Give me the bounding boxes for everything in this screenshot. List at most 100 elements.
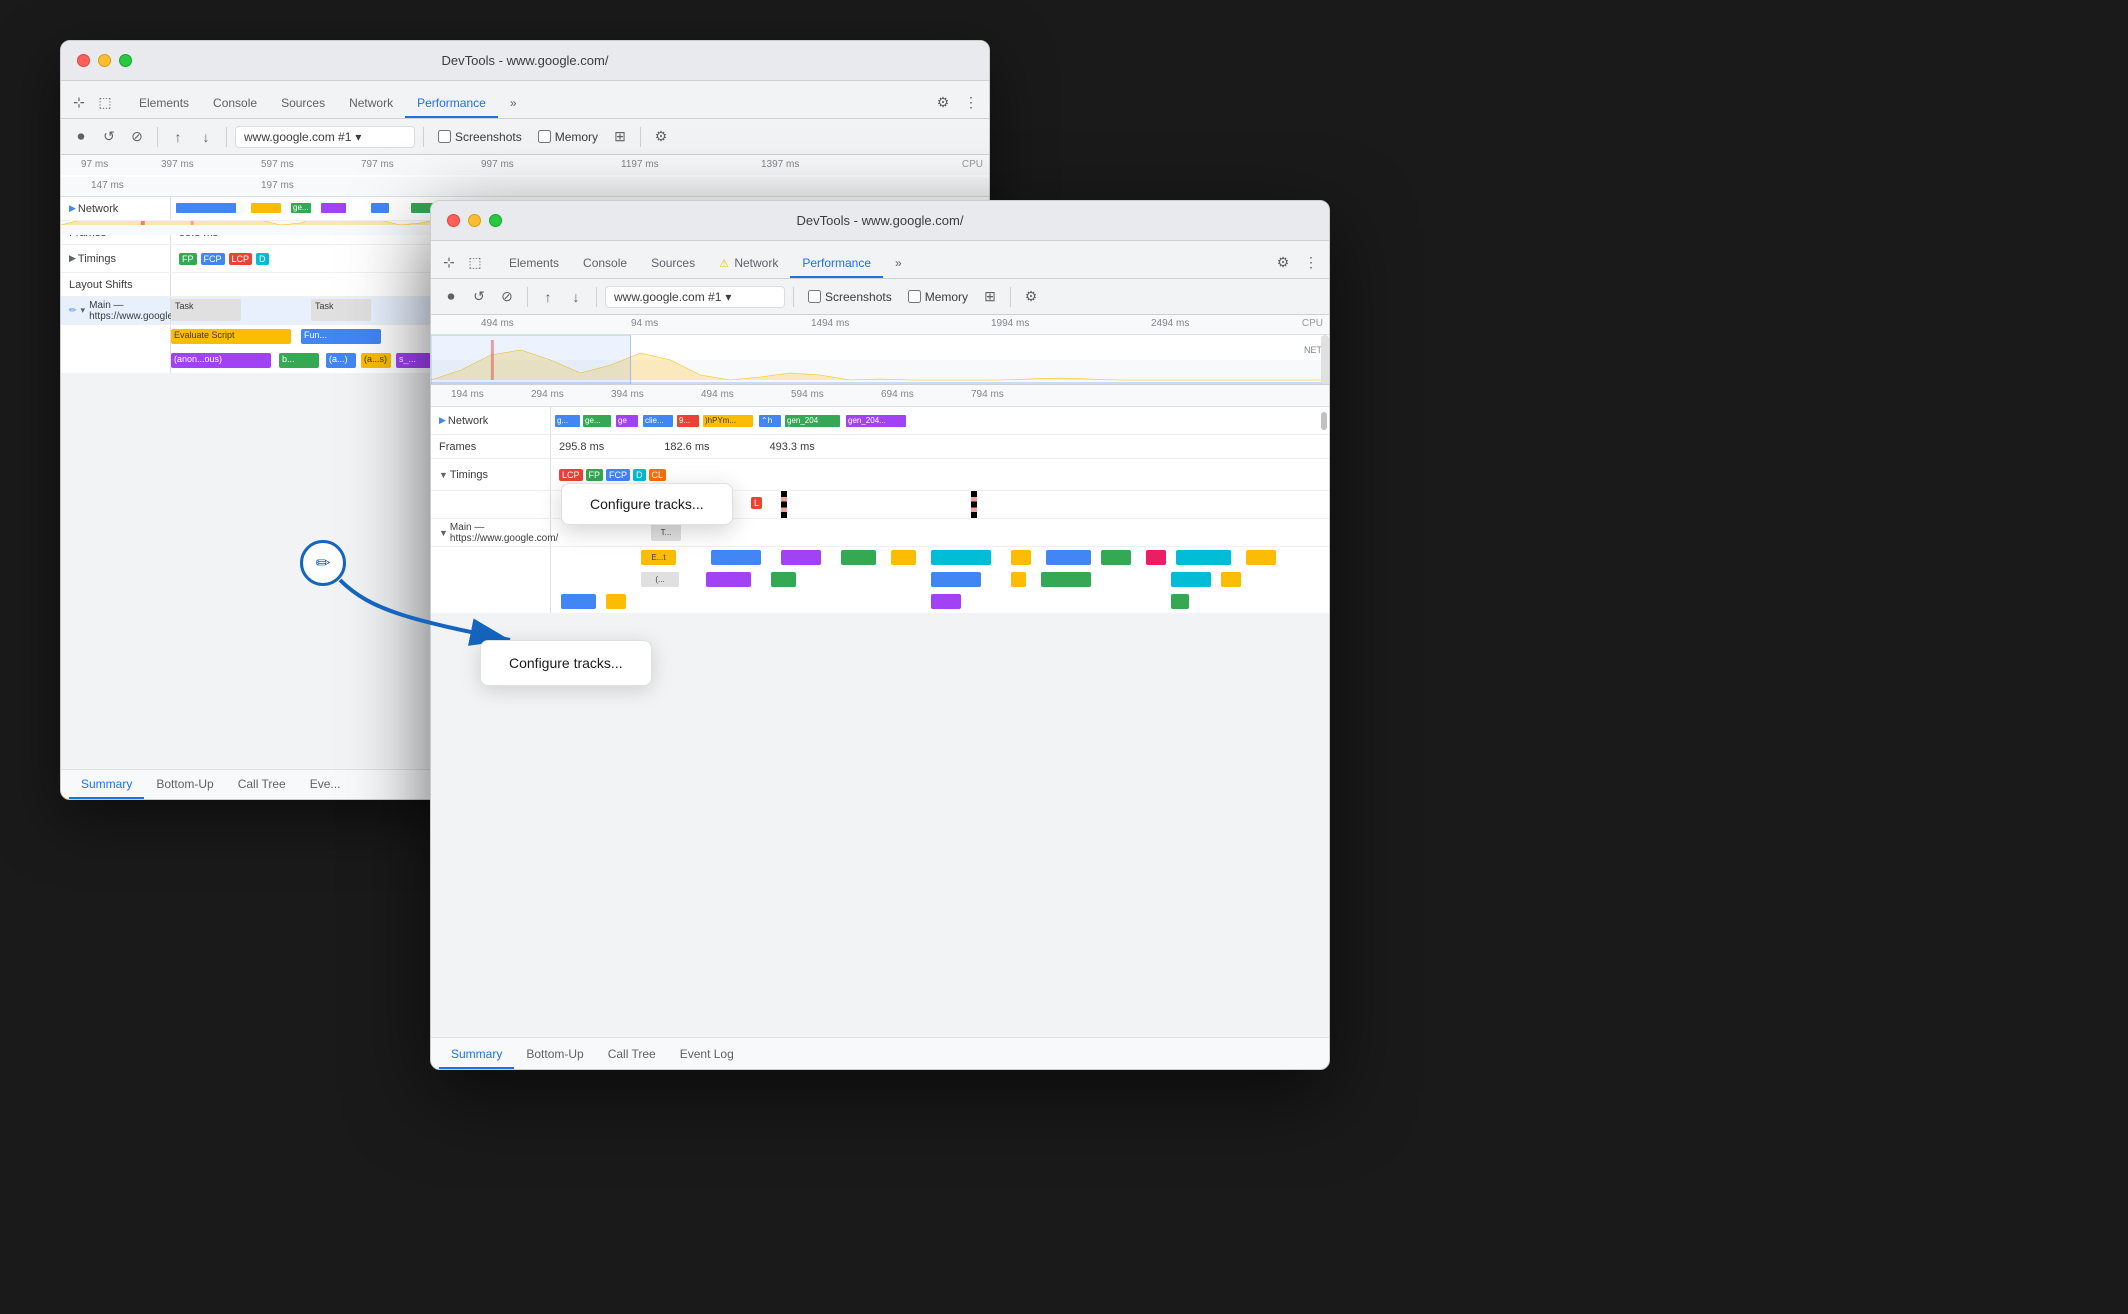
front-overview: 494 ms 94 ms 1494 ms 1994 ms 2494 ms CPU… — [431, 315, 1329, 385]
screenshots-check-back[interactable]: Screenshots — [432, 130, 528, 144]
front-waveform: NET — [431, 335, 1329, 385]
back-b: b... — [279, 353, 319, 368]
screenshots-checkbox-back[interactable] — [438, 130, 451, 143]
front-timings-label: ▼ Timings — [431, 459, 551, 490]
memory-checkbox-front[interactable] — [908, 290, 921, 303]
url-text-back: www.google.com #1 — [244, 130, 351, 144]
front-green3 — [771, 572, 796, 587]
device-icon[interactable]: ⬚ — [95, 92, 115, 112]
tab-console[interactable]: Console — [201, 90, 269, 118]
front-tab-performance[interactable]: Performance — [790, 250, 883, 278]
front-dashed-line2 — [971, 491, 977, 518]
front-frames-val2: 182.6 ms — [664, 441, 709, 453]
front-frames-track: Frames 295.8 ms 182.6 ms 493.3 ms — [431, 435, 1329, 459]
front-device-icon[interactable]: ⬚ — [465, 252, 485, 272]
front-tab-more[interactable]: » — [883, 250, 914, 278]
tab-more[interactable]: » — [498, 90, 529, 118]
front-tab-network[interactable]: ⚠ Network — [707, 250, 790, 278]
front-flame3-l — [431, 591, 551, 613]
back-tab-summary[interactable]: Summary — [69, 771, 144, 799]
memory-check-back[interactable]: Memory — [532, 130, 604, 144]
front-tab-summary[interactable]: Summary — [439, 1041, 514, 1069]
back-tab-calltree[interactable]: Call Tree — [226, 771, 298, 799]
front-main-label: ▼ Main — https://www.google.com/ — [431, 519, 551, 546]
more-icon-back[interactable]: ⋮ — [961, 92, 981, 112]
front-net9: gen_204... — [846, 415, 906, 427]
front-tab-icon-group: ⊹ ⬚ — [439, 252, 497, 278]
front-main-t: T... — [651, 523, 681, 541]
tab-sources[interactable]: Sources — [269, 90, 337, 118]
clear-button-back[interactable]: ⊘ — [125, 125, 149, 149]
front-blue1 — [711, 550, 761, 565]
upload-button-back[interactable]: ↑ — [166, 125, 190, 149]
url-selector-front[interactable]: www.google.com #1 ▾ — [605, 286, 785, 308]
minimize-button-front[interactable] — [468, 214, 481, 227]
settings-icon-back[interactable]: ⚙ — [933, 92, 953, 112]
tick-597: 597 ms — [261, 159, 294, 170]
front-net4: clie... — [643, 415, 673, 427]
back-tab-eventlog[interactable]: Eve... — [298, 771, 353, 799]
front-tab-eventlog[interactable]: Event Log — [668, 1041, 746, 1069]
tick-1397: 1397 ms — [761, 159, 799, 170]
front-tab-elements[interactable]: Elements — [497, 250, 571, 278]
tick-997: 997 ms — [481, 159, 514, 170]
maximize-button-back[interactable] — [119, 54, 132, 67]
tab-network[interactable]: Network — [337, 90, 405, 118]
front-cursor-icon[interactable]: ⊹ — [439, 252, 459, 272]
front-flame2-c: (... — [551, 569, 1329, 591]
front-tick2-194: 194 ms — [451, 389, 484, 400]
front-blue3 — [931, 572, 981, 587]
front-tab-console[interactable]: Console — [571, 250, 639, 278]
back-tab-bottomup[interactable]: Bottom-Up — [144, 771, 225, 799]
tab-elements[interactable]: Elements — [127, 90, 201, 118]
front-b2 — [606, 594, 626, 609]
front-flame3 — [431, 591, 1329, 613]
reload-button-back[interactable]: ↺ — [97, 125, 121, 149]
maximize-button-front[interactable] — [489, 214, 502, 227]
memory-icon-front[interactable]: ⊞ — [978, 285, 1002, 309]
cursor-icon[interactable]: ⊹ — [69, 92, 89, 112]
back-ruler-top: 97 ms 397 ms 597 ms 797 ms 997 ms 1197 m… — [61, 155, 989, 177]
close-button-front[interactable] — [447, 214, 460, 227]
badge-fp-front: FP — [586, 469, 604, 481]
back-flame1-label — [61, 325, 171, 349]
front-b1 — [561, 594, 596, 609]
more-icon-front[interactable]: ⋮ — [1301, 252, 1321, 272]
front-frames-val1: 295.8 ms — [559, 441, 604, 453]
download-button-front[interactable]: ↓ — [564, 285, 588, 309]
clear-button-front[interactable]: ⊘ — [495, 285, 519, 309]
perf-settings-front[interactable]: ⚙ — [1019, 285, 1043, 309]
front-yellow4 — [1011, 572, 1026, 587]
perf-settings-back[interactable]: ⚙ — [649, 125, 673, 149]
front-titlebar: DevTools - www.google.com/ — [431, 201, 1329, 241]
front-frames-val3: 493.3 ms — [770, 441, 815, 453]
back-task2: Task — [311, 299, 371, 321]
front-scrollbar-v[interactable] — [1321, 335, 1329, 385]
front-flame2-l — [431, 569, 551, 591]
record-button-back[interactable]: ⏺ — [69, 125, 93, 149]
record-button-front[interactable]: ⏺ — [439, 285, 463, 309]
tab-performance[interactable]: Performance — [405, 90, 498, 118]
front-tab-sources[interactable]: Sources — [639, 250, 707, 278]
front-tick-2494: 2494 ms — [1151, 318, 1189, 329]
screenshots-check-front[interactable]: Screenshots — [802, 290, 898, 304]
configure-tracks-text[interactable]: Configure tracks... — [590, 496, 704, 512]
minimize-button-back[interactable] — [98, 54, 111, 67]
memory-checkbox-back[interactable] — [538, 130, 551, 143]
memory-icon-back[interactable]: ⊞ — [608, 125, 632, 149]
url-selector-back[interactable]: www.google.com #1 ▾ — [235, 126, 415, 148]
screenshots-checkbox-front[interactable] — [808, 290, 821, 303]
divider1 — [157, 127, 158, 147]
download-button-back[interactable]: ↓ — [194, 125, 218, 149]
reload-button-front[interactable]: ↺ — [467, 285, 491, 309]
front-flame3-c — [551, 591, 1329, 613]
close-button-back[interactable] — [77, 54, 90, 67]
front-tab-bottomup[interactable]: Bottom-Up — [514, 1041, 595, 1069]
front-vscroll[interactable] — [1321, 412, 1327, 430]
front-pink1 — [1146, 550, 1166, 565]
upload-button-front[interactable]: ↑ — [536, 285, 560, 309]
settings-icon-front[interactable]: ⚙ — [1273, 252, 1293, 272]
front-teal2 — [1176, 550, 1231, 565]
memory-check-front[interactable]: Memory — [902, 290, 974, 304]
front-tab-calltree[interactable]: Call Tree — [596, 1041, 668, 1069]
